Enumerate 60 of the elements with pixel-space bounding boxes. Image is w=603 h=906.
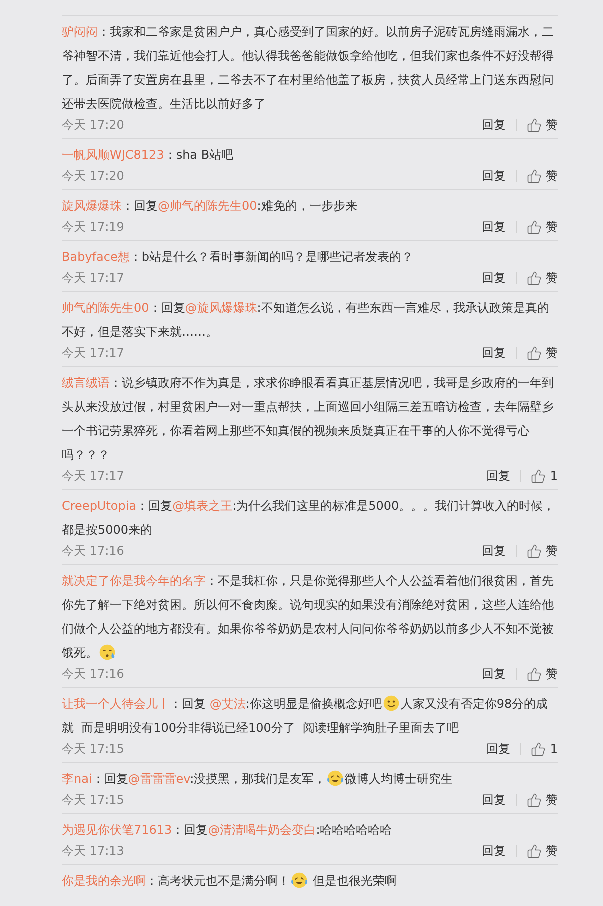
- comment-text: 就决定了你是我今年的名字：不是我杠你，只是你觉得那些人个人公益看着他们很贫困，首先你先了解一下绝对贫困。所以何不食肉糜。说句现实的如果没有消除绝对贫困，这些人连给他们做个人公益的地方都没有。如果你爷爷奶奶是农村人问问你爷爷奶奶以前多少人不知不觉被饿死。: [62, 573, 555, 663]
- comment-time: 今天 17:17: [62, 270, 126, 286]
- reply-link[interactable]: 回复: [482, 168, 506, 184]
- laughing-emoji-icon: [291, 872, 308, 889]
- thumbs-up-icon[interactable]: [527, 168, 542, 184]
- thumbs-up-icon[interactable]: [527, 118, 542, 132]
- laughing-emoji-icon: [327, 770, 344, 787]
- comment-time: 今天 17:15: [62, 740, 126, 758]
- like-link[interactable]: 赞: [546, 270, 558, 286]
- comment-time: 今天 17:13: [62, 842, 126, 860]
- like-link[interactable]: 赞: [546, 344, 558, 362]
- like-link[interactable]: 赞: [546, 168, 558, 184]
- comment-time: 今天 17:17: [62, 344, 126, 362]
- like-link[interactable]: 赞: [546, 116, 558, 134]
- reply-link[interactable]: 回复: [482, 116, 506, 134]
- like-link[interactable]: 赞: [546, 792, 558, 808]
- sweat-emoji-icon: [99, 644, 116, 661]
- like-link[interactable]: 赞: [546, 218, 558, 236]
- reply-link[interactable]: 回复: [482, 666, 506, 682]
- thumbs-up-icon[interactable]: [527, 346, 542, 360]
- like-link[interactable]: 赞: [546, 666, 558, 682]
- thumbs-up-icon[interactable]: [527, 666, 542, 682]
- thumbs-up-icon[interactable]: [527, 544, 542, 558]
- comment-text: Babyface想：b站是什么？看时事新闻的吗？是哪些记者发表的？: [62, 249, 414, 266]
- like-link[interactable]: 赞: [546, 542, 558, 560]
- thumbs-up-icon[interactable]: [531, 742, 546, 756]
- thumbs-up-icon[interactable]: [527, 844, 542, 858]
- comment-time: 今天 17:20: [62, 168, 126, 184]
- comment-text: 让我一个人待会儿丨：回复 @艾法:你这明显是偷换概念好吧 人家又没有否定你98分的成就 而是明明没有100分非得说已经100分了 阅读理解学狗肚子里面去了吧: [62, 694, 550, 737]
- reply-link[interactable]: 回复: [482, 842, 506, 860]
- reply-link[interactable]: 回复: [482, 542, 506, 560]
- like-link[interactable]: 1: [550, 742, 558, 756]
- comment-time: 今天 17:19: [62, 218, 126, 236]
- comment-text: 驴闷闷：我家和二爷家是贫困户户，真心感受到了国家的好。以前房子泥砖瓦房缝雨漏水，二爷神智不清，我们靠近他会打人。他认得我爸爸能做饭拿给他吃，但我们家也条件不好没帮得了。后面弄了安置房在县里，二爷去不了在村里给他盖了板房，扶贫人员经常上门送东西慰问还带去医院做检查。生活比以前好多了: [62, 24, 555, 113]
- smile-emoji-icon: [382, 695, 400, 712]
- comment-time: 今天 17:16: [62, 666, 126, 682]
- comment-text: CreepUtopia：回复@填表之王:为什么我们这里的标准是5000。。。我们计算收入的时候，都是按5000来的: [62, 498, 556, 539]
- comment-time: 今天 17:20: [62, 116, 126, 134]
- comment-text: 一帆风顺WJC8123：sha B站吧: [62, 147, 235, 164]
- reply-link[interactable]: 回复: [486, 740, 510, 758]
- reply-link[interactable]: 回复: [482, 270, 506, 286]
- thumbs-up-icon[interactable]: [527, 270, 542, 286]
- comment-time: 今天 17:17: [62, 468, 126, 484]
- like-link[interactable]: 赞: [546, 842, 558, 860]
- reply-link[interactable]: 回复: [482, 792, 506, 808]
- reply-link[interactable]: 回复: [482, 218, 506, 236]
- comment-text: 你是我的余光啊：高考状元也不是满分啊！ 但是也很光荣啊: [62, 871, 398, 891]
- thumbs-up-icon[interactable]: [527, 792, 542, 808]
- comment-text: 为遇见你伏笔71613：回复@清清喝牛奶会变白:哈哈哈哈哈哈: [62, 822, 394, 839]
- reply-link[interactable]: 回复: [486, 468, 510, 484]
- thumbs-up-icon[interactable]: [531, 468, 546, 484]
- comment-time: 今天 17:15: [62, 792, 126, 808]
- thumbs-up-icon[interactable]: [527, 220, 542, 234]
- comment-text: 李nai：回复@雷雷雷ev:没摸黑，那我们是友军， 微博人均博士研究生: [62, 769, 454, 789]
- reply-link[interactable]: 回复: [482, 344, 506, 362]
- comment-text: 绒言绒语：说乡镇政府不作为真是，求求你睁眼看看真正基层情况吧，我哥是乡政府的一年到头从来没放过假，村里贫困户一对一重点帮扶，上面巡回小组隔三差五暗访检查，去年隔壁乡一个书记劳累猝死，你看着网上那些不知真假的视频来质疑真正在干事的人你不觉得亏心吗？？？: [62, 375, 555, 464]
- like-link[interactable]: 1: [550, 469, 558, 483]
- comment-text: 旋风爆爆珠：回复@帅气的陈先生00:难免的，一步步来: [62, 198, 358, 215]
- comment-text: 帅气的陈先生00：回复@旋风爆爆珠:不知道怎么说，有些东西一言难尽，我承认政策是真的不好，但是落实下来就……。: [62, 300, 550, 341]
- comment-time: 今天 17:16: [62, 542, 126, 560]
